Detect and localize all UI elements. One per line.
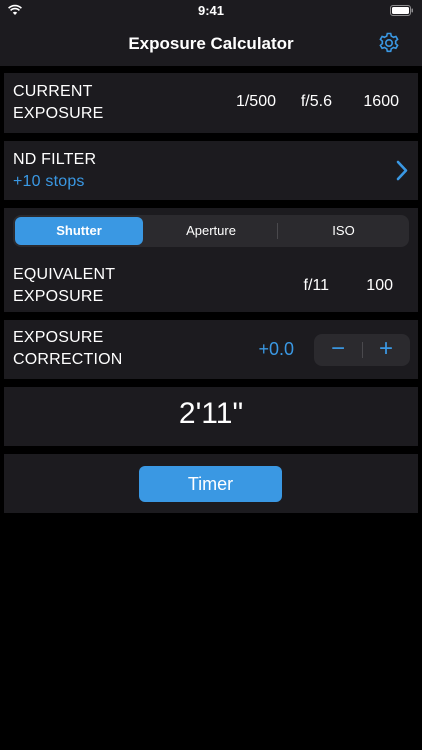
gear-icon[interactable]	[377, 31, 401, 55]
timer-button[interactable]: Timer	[139, 466, 282, 502]
timer-card: Timer	[4, 454, 418, 513]
status-bar: 9:41	[0, 0, 422, 22]
segment-shutter[interactable]: Shutter	[15, 217, 143, 245]
nd-filter-card[interactable]: ND FILTER +10 stops	[4, 141, 418, 200]
decrement-button[interactable]: −	[314, 334, 362, 366]
result-card: 2'11"	[4, 387, 418, 446]
result-time: 2'11"	[178, 397, 244, 430]
current-aperture-value[interactable]: f/5.6	[286, 93, 332, 111]
current-shutter-value[interactable]: 1/500	[216, 93, 276, 111]
navigation-bar: 9:41 Exposure Calculator	[0, 0, 422, 66]
equivalent-iso-value[interactable]: 100	[349, 277, 393, 295]
nd-filter-label: ND FILTER	[13, 151, 97, 168]
correction-stepper: − +	[314, 334, 410, 366]
battery-icon	[390, 5, 413, 16]
correction-value: +0.0	[258, 339, 294, 359]
increment-button[interactable]: +	[362, 334, 410, 366]
current-exposure-label: CURRENT EXPOSURE	[13, 83, 104, 122]
page-title: Exposure Calculator	[128, 34, 294, 53]
segment-iso[interactable]: ISO	[278, 215, 409, 247]
screen: 9:41 Exposure Calculator CURRENT EXPOSUR…	[0, 0, 422, 750]
exposure-correction-card: EXPOSURE CORRECTION +0.0 − +	[4, 320, 418, 379]
solve-for-segmented-control: Shutter Aperture ISO	[13, 215, 409, 247]
current-iso-value[interactable]: 1600	[349, 93, 399, 111]
status-time: 9:41	[197, 3, 225, 18]
current-exposure-card[interactable]: CURRENT EXPOSURE 1/500 f/5.6 1600	[4, 73, 418, 133]
chevron-right-icon	[396, 160, 408, 181]
equivalent-exposure-label: EQUIVALENT EXPOSURE	[13, 266, 116, 305]
nd-filter-value: +10 stops	[13, 173, 85, 190]
segment-aperture[interactable]: Aperture	[145, 215, 277, 247]
equivalent-aperture-value[interactable]: f/11	[284, 277, 330, 295]
exposure-correction-label: EXPOSURE CORRECTION	[13, 329, 123, 368]
equivalent-exposure-card: Shutter Aperture ISO EQUIVALENT EXPOSURE…	[4, 208, 418, 312]
